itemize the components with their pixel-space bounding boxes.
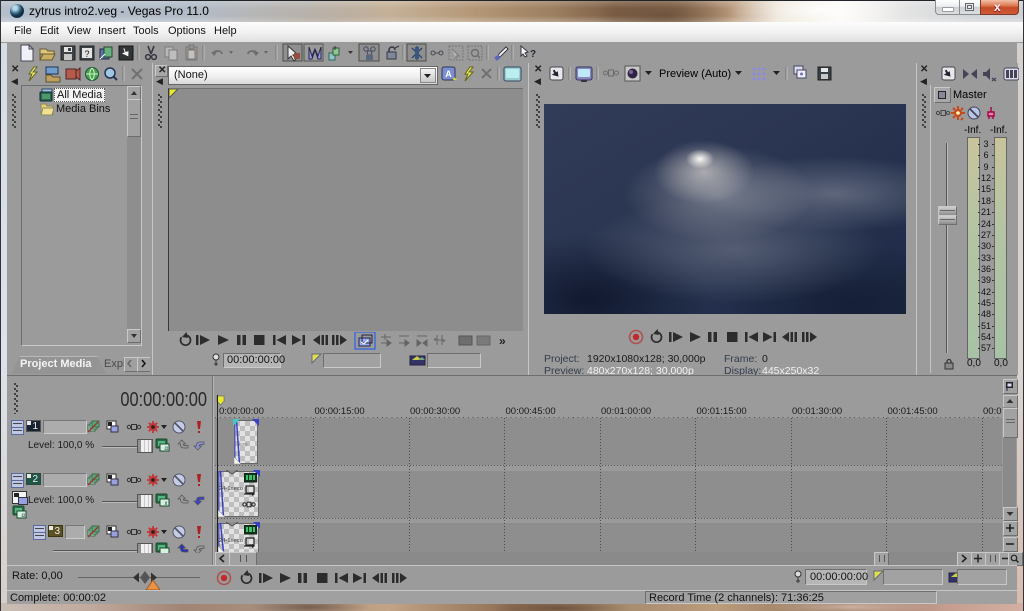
svg-text:x: x — [165, 501, 168, 507]
svg-text:?: ? — [530, 49, 536, 60]
svg-text:?: ? — [84, 49, 89, 59]
svg-text:α: α — [165, 446, 169, 452]
svg-text:A: A — [445, 69, 452, 79]
svg-text:Preview (Auto): Preview (Auto) — [659, 68, 731, 80]
svg-text:»: » — [499, 334, 506, 348]
svg-text:α: α — [22, 513, 26, 519]
